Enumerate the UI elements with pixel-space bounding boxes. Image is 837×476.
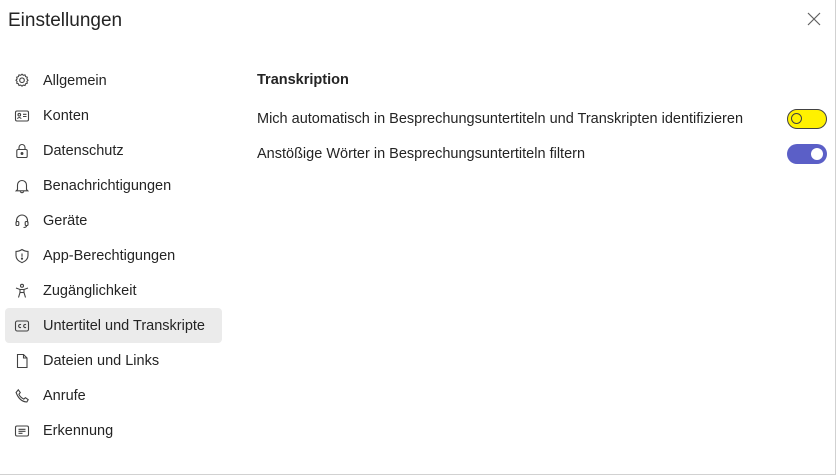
sidebar-item-label: Dateien und Links [43, 352, 160, 369]
sidebar-item-label: Geräte [43, 212, 88, 229]
auto-identify-toggle[interactable] [787, 109, 827, 129]
toggle-knob [791, 113, 802, 124]
sidebar-item-dateien-und-links[interactable]: Dateien und Links [5, 343, 222, 378]
sidebar-item-label: Zugänglichkeit [43, 282, 137, 299]
setting-label: Mich automatisch in Besprechungsuntertit… [257, 111, 744, 127]
lock-icon [14, 143, 30, 159]
filter-offensive-words-toggle[interactable] [787, 144, 827, 164]
close-button[interactable] [803, 8, 825, 30]
closed-captions-icon [14, 318, 30, 334]
sidebar-item-label: Allgemein [43, 72, 107, 89]
sidebar-item-zugaenglichkeit[interactable]: Zugänglichkeit [5, 273, 222, 308]
section-title-transkription: Transkription [257, 72, 349, 88]
settings-dialog: Einstellungen Allgemein Konten Datenschu… [0, 0, 836, 475]
contact-card-icon [14, 108, 30, 124]
document-icon [14, 353, 30, 369]
bell-icon [14, 178, 30, 194]
setting-auto-identify: Mich automatisch in Besprechungsuntertit… [257, 107, 827, 131]
sidebar-item-datenschutz[interactable]: Datenschutz [5, 133, 222, 168]
setting-filter-offensive-words: Anstößige Wörter in Besprechungsuntertit… [257, 142, 827, 166]
gear-icon [14, 72, 30, 89]
sidebar-item-anrufe[interactable]: Anrufe [5, 378, 222, 413]
sidebar-item-label: App-Berechtigungen [43, 247, 176, 264]
sidebar-item-label: Erkennung [43, 422, 114, 439]
sidebar-item-label: Benachrichtigungen [43, 177, 172, 194]
phone-icon [14, 388, 30, 404]
sidebar-item-konten[interactable]: Konten [5, 98, 222, 133]
sidebar-item-allgemein[interactable]: Allgemein [5, 63, 222, 98]
sidebar-item-label: Anrufe [43, 387, 86, 404]
sidebar-item-label: Konten [43, 107, 89, 124]
toggle-knob [811, 148, 823, 160]
text-box-icon [14, 423, 30, 439]
sidebar-item-app-berechtigungen[interactable]: App-Berechtigungen [5, 238, 222, 273]
dialog-title: Einstellungen [8, 10, 123, 31]
shield-icon [14, 248, 30, 264]
sidebar-item-label: Datenschutz [43, 142, 124, 159]
sidebar-item-benachrichtigungen[interactable]: Benachrichtigungen [5, 168, 222, 203]
sidebar-item-label: Untertitel und Transkripte [43, 317, 205, 334]
close-icon [807, 12, 821, 26]
sidebar-item-erkennung[interactable]: Erkennung [5, 413, 222, 448]
setting-label: Anstößige Wörter in Besprechungsuntertit… [257, 146, 586, 162]
accessibility-icon [14, 283, 30, 299]
sidebar-item-geraete[interactable]: Geräte [5, 203, 222, 238]
sidebar-item-untertitel-und-transkripte[interactable]: Untertitel und Transkripte [5, 308, 222, 343]
headset-icon [14, 213, 30, 229]
settings-sidebar: Allgemein Konten Datenschutz Benachricht… [5, 63, 222, 448]
